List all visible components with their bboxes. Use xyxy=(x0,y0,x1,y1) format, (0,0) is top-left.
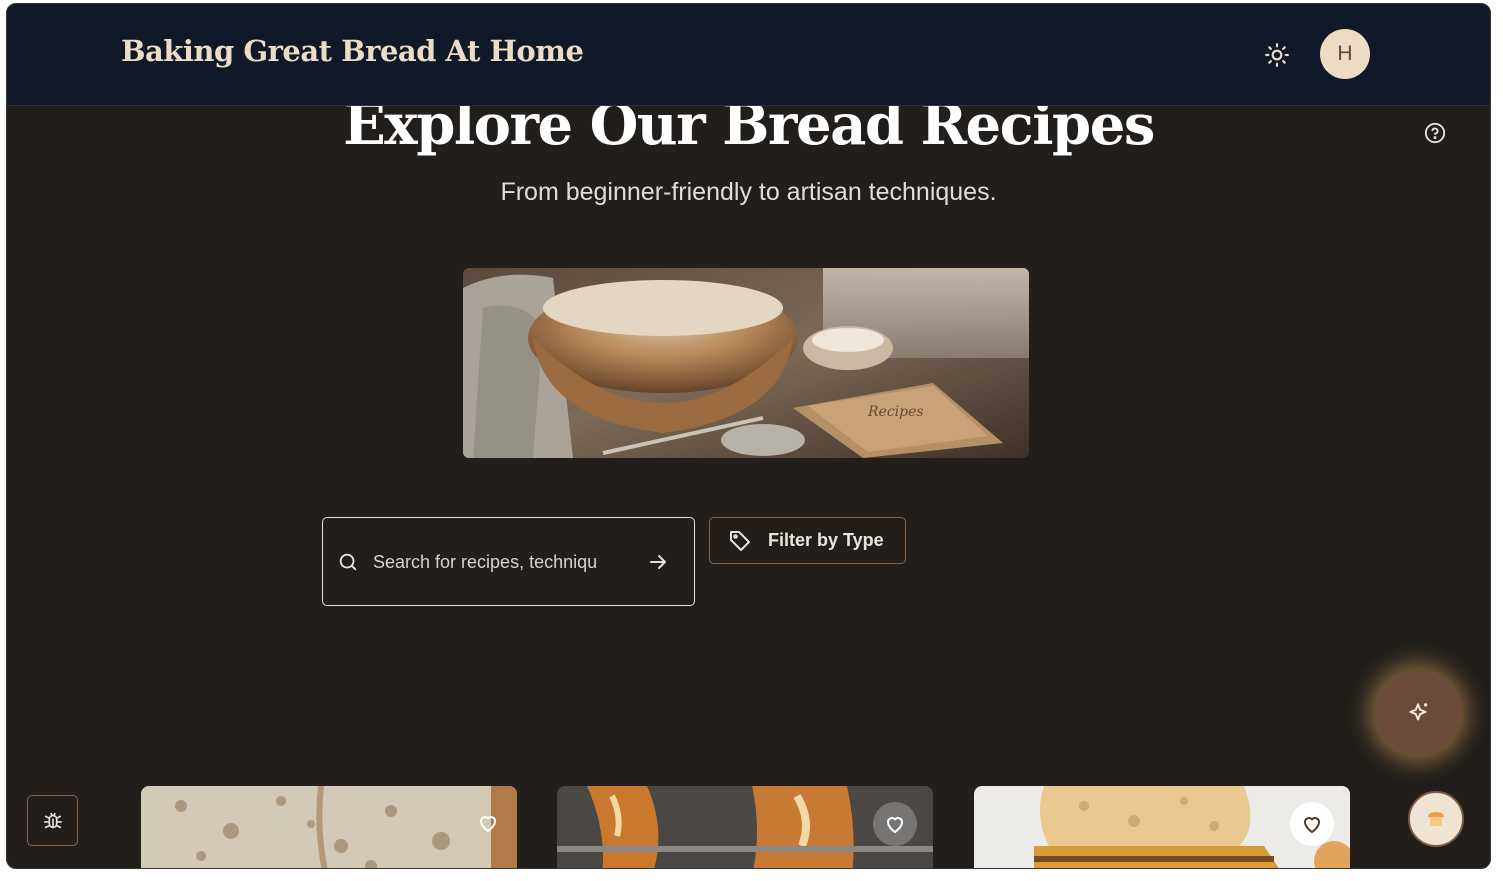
question-circle-icon xyxy=(1424,122,1446,144)
sun-icon xyxy=(1265,43,1289,67)
recipe-card[interactable] xyxy=(141,786,517,868)
filter-by-type-button[interactable]: Filter by Type xyxy=(709,517,906,564)
arrow-right-icon[interactable] xyxy=(646,550,670,574)
bread-shortcut-button[interactable] xyxy=(1408,791,1464,847)
theme-toggle-button[interactable] xyxy=(1261,39,1293,71)
site-title[interactable]: Baking Great Bread At Home xyxy=(121,34,584,68)
hero-image: Recipes xyxy=(463,268,1029,458)
heart-icon xyxy=(887,817,903,833)
heart-icon xyxy=(480,816,496,832)
scrollbar-track[interactable] xyxy=(1491,3,1503,869)
tag-icon xyxy=(730,530,750,551)
bug-report-button[interactable] xyxy=(27,795,78,846)
page-subtitle: From beginner-friendly to artisan techni… xyxy=(500,178,997,206)
favorite-button[interactable] xyxy=(873,802,917,846)
svg-text:Recipes: Recipes xyxy=(867,404,924,420)
recipe-card[interactable] xyxy=(557,786,933,868)
favorite-button[interactable] xyxy=(473,808,503,838)
top-header: Baking Great Bread At Home H xyxy=(7,4,1490,106)
filter-label: Filter by Type xyxy=(768,530,884,550)
search-input[interactable] xyxy=(373,548,598,576)
ai-assistant-button[interactable] xyxy=(1376,671,1460,755)
search-box xyxy=(322,517,695,606)
search-icon xyxy=(339,553,357,571)
sparkles-icon xyxy=(1409,703,1428,721)
recipe-card[interactable] xyxy=(974,786,1350,868)
sourdough-crumb-image xyxy=(141,786,517,868)
app-window: Explore Our Bread Recipes From beginner-… xyxy=(6,3,1491,869)
favorite-button[interactable] xyxy=(1290,802,1334,846)
bread-icon xyxy=(1428,812,1444,826)
heart-icon xyxy=(1304,817,1320,833)
user-avatar[interactable]: H xyxy=(1320,29,1370,79)
bug-icon xyxy=(43,812,62,828)
help-button[interactable] xyxy=(1420,118,1450,148)
